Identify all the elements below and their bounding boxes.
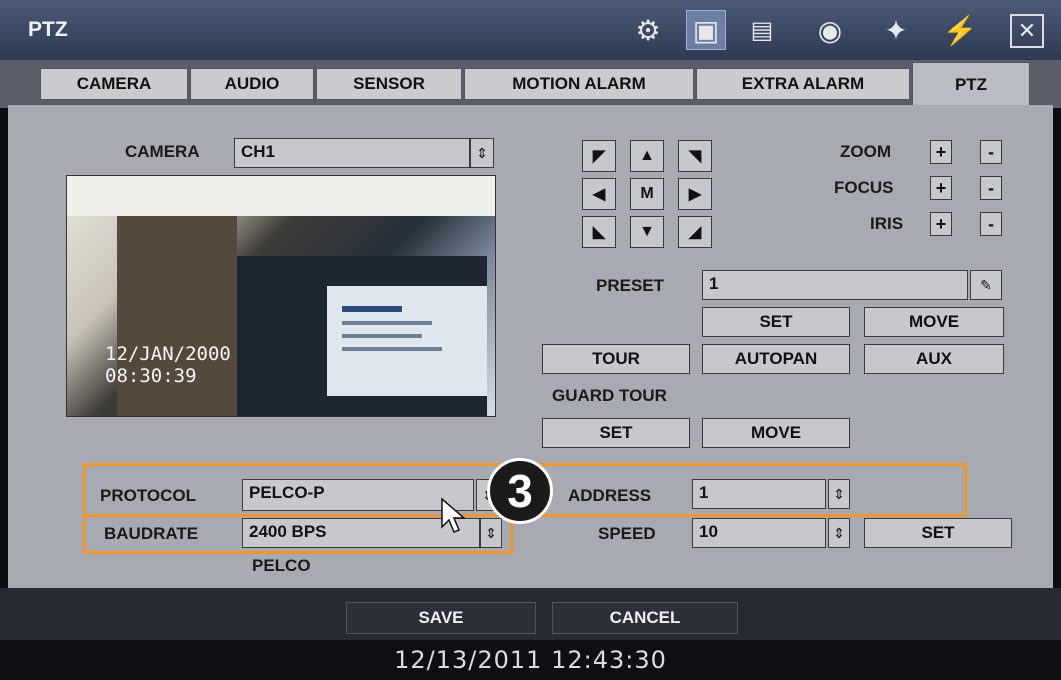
pan-left-button[interactable]: ◀ bbox=[582, 178, 616, 210]
iris-close-button[interactable]: - bbox=[980, 212, 1002, 236]
system-icon[interactable]: ⚡ bbox=[940, 10, 980, 50]
pan-up-left-button[interactable]: ◤ bbox=[582, 140, 616, 172]
tab-camera[interactable]: CAMERA bbox=[40, 68, 188, 100]
preset-input[interactable]: 1 bbox=[702, 270, 968, 300]
tab-extra-alarm[interactable]: EXTRA ALARM bbox=[696, 68, 910, 100]
tilt-down-button[interactable]: ▼ bbox=[630, 216, 664, 248]
zoom-out-button[interactable]: - bbox=[980, 140, 1002, 164]
preset-label: PRESET bbox=[596, 276, 665, 295]
iris-open-button[interactable]: + bbox=[930, 212, 952, 236]
camera-label: CAMERA bbox=[125, 142, 200, 161]
pan-right-button[interactable]: ▶ bbox=[678, 178, 712, 210]
save-button[interactable]: SAVE bbox=[346, 602, 536, 634]
preset-edit-icon[interactable]: ✎ bbox=[970, 270, 1002, 300]
focus-label: FOCUS bbox=[834, 178, 894, 197]
zoom-label: ZOOM bbox=[840, 142, 891, 161]
camera-select[interactable]: CH1 bbox=[234, 138, 470, 168]
preview-time: 08:30:39 bbox=[105, 365, 197, 387]
tilt-up-button[interactable]: ▲ bbox=[630, 140, 664, 172]
close-icon[interactable]: ✕ bbox=[1010, 14, 1044, 48]
tab-motion-alarm[interactable]: MOTION ALARM bbox=[464, 68, 694, 100]
speed-label: SPEED bbox=[598, 524, 656, 543]
callout-number-badge: 3 bbox=[487, 458, 553, 524]
aux-button[interactable]: AUX bbox=[864, 344, 1004, 374]
ptz-menu-button[interactable]: M bbox=[630, 178, 664, 210]
mouse-cursor-icon bbox=[441, 497, 467, 533]
camera-icon[interactable]: ▣ bbox=[686, 10, 726, 50]
tab-ptz[interactable]: PTZ bbox=[912, 62, 1030, 108]
cancel-button[interactable]: CANCEL bbox=[552, 602, 738, 634]
speed-spinner-icon[interactable]: ⇕ bbox=[828, 518, 850, 548]
network-globe-icon[interactable]: ◉ bbox=[810, 10, 850, 50]
preset-set-button[interactable]: SET bbox=[702, 307, 850, 337]
system-datetime: 12/13/2011 12:43:30 bbox=[394, 646, 667, 674]
pan-down-right-button[interactable]: ◢ bbox=[678, 216, 712, 248]
pan-down-left-button[interactable]: ◣ bbox=[582, 216, 616, 248]
guard-tour-move-button[interactable]: MOVE bbox=[702, 418, 850, 448]
autopan-button[interactable]: AUTOPAN bbox=[702, 344, 850, 374]
camera-spinner-icon[interactable]: ⇕ bbox=[470, 138, 494, 168]
guard-tour-set-button[interactable]: SET bbox=[542, 418, 690, 448]
tab-sensor[interactable]: SENSOR bbox=[316, 68, 462, 100]
focus-near-button[interactable]: + bbox=[930, 176, 952, 200]
settings-gear-icon[interactable]: ⚙ bbox=[628, 10, 668, 50]
event-icon[interactable]: ✦ bbox=[876, 10, 916, 50]
preview-date: 12/JAN/2000 bbox=[105, 343, 231, 365]
tour-button[interactable]: TOUR bbox=[542, 344, 690, 374]
tab-audio[interactable]: AUDIO bbox=[190, 68, 314, 100]
protocol-note: PELCO bbox=[252, 556, 311, 575]
zoom-in-button[interactable]: + bbox=[930, 140, 952, 164]
speed-input[interactable]: 10 bbox=[692, 518, 826, 548]
camera-preview: 12/JAN/2000 08:30:39 bbox=[66, 175, 496, 417]
speed-set-button[interactable]: SET bbox=[864, 518, 1012, 548]
pan-up-right-button[interactable]: ◥ bbox=[678, 140, 712, 172]
iris-label: IRIS bbox=[870, 214, 904, 233]
window-title: PTZ bbox=[28, 18, 68, 41]
guard-tour-label: GUARD TOUR bbox=[552, 386, 667, 405]
preset-move-button[interactable]: MOVE bbox=[864, 307, 1004, 337]
focus-far-button[interactable]: - bbox=[980, 176, 1002, 200]
record-schedule-icon[interactable]: ▤ bbox=[742, 10, 782, 50]
